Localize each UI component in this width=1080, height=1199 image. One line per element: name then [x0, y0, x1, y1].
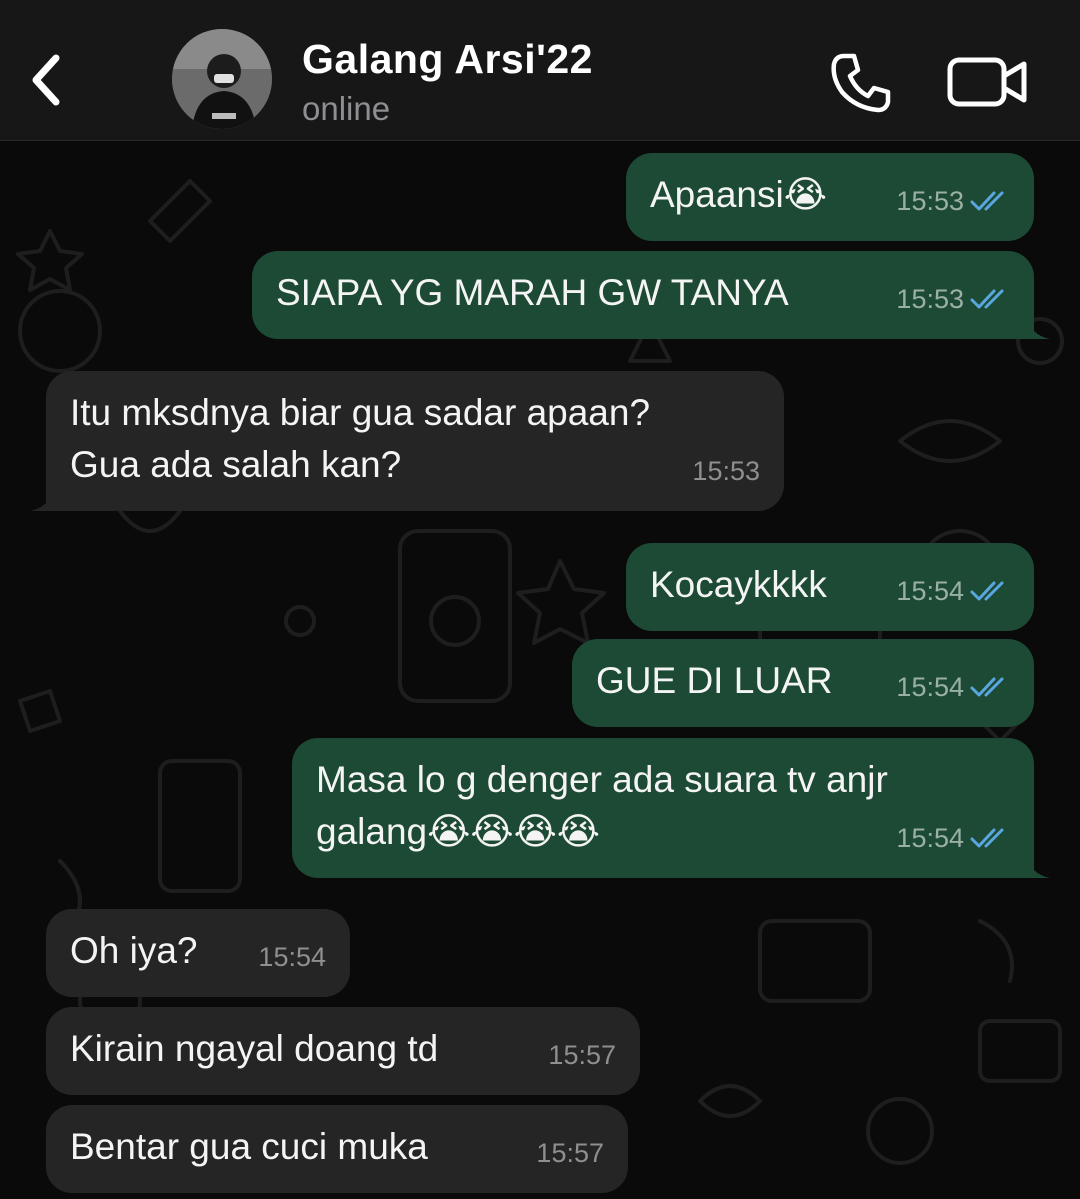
- contact-name[interactable]: Galang Arsi'22: [302, 36, 593, 83]
- message-time: 15:53: [692, 456, 760, 486]
- chat-header: Galang Arsi'22 online: [0, 0, 1080, 141]
- read-receipt-icon: [970, 191, 1004, 211]
- message-text: Itu mksdnya biar gua sadar apaan? Gua ad…: [70, 392, 651, 485]
- message-time: 15:54: [896, 576, 964, 606]
- back-button[interactable]: [18, 40, 74, 120]
- message-meta: 15:54: [896, 661, 1010, 713]
- message-time: 15:53: [896, 186, 964, 216]
- message-time: 15:57: [536, 1138, 604, 1168]
- video-camera-icon: [947, 57, 1027, 107]
- message-time: 15:54: [896, 672, 964, 702]
- contact-status: online: [302, 90, 391, 127]
- message-meta: 15:57: [536, 1127, 604, 1179]
- incoming-message[interactable]: Itu mksdnya biar gua sadar apaan? Gua ad…: [30, 371, 784, 511]
- message-meta: 15:54: [258, 931, 326, 983]
- message-meta: 15:53: [896, 175, 1010, 227]
- message-time: 15:57: [548, 1040, 616, 1070]
- outgoing-message[interactable]: SIAPA YG MARAH GW TANYA 15:53: [252, 251, 1050, 339]
- avatar[interactable]: [172, 29, 272, 129]
- bubble-tail: [1026, 854, 1050, 878]
- message-time: 15:54: [258, 942, 326, 972]
- outgoing-message[interactable]: Kocaykkkk 15:54: [626, 543, 1034, 631]
- message-meta: 15:54: [896, 565, 1010, 617]
- chevron-left-icon: [32, 54, 60, 106]
- message-time: 15:54: [896, 823, 964, 853]
- outgoing-message[interactable]: Apaansi😭 15:53: [626, 153, 1034, 241]
- read-receipt-icon: [970, 677, 1004, 697]
- chat-area[interactable]: Apaansi😭 15:53 SIAPA YG MARAH GW TANYA 15:5…: [0, 141, 1080, 1199]
- read-receipt-icon: [970, 581, 1004, 601]
- message-time: 15:53: [896, 284, 964, 314]
- message-text: Bentar gua cuci muka: [70, 1126, 428, 1167]
- message-meta: 15:53: [896, 273, 1010, 325]
- message-meta: 15:57: [548, 1029, 616, 1081]
- voice-call-button[interactable]: [826, 48, 896, 118]
- video-call-button[interactable]: [946, 52, 1030, 112]
- read-receipt-icon: [970, 289, 1004, 309]
- incoming-message[interactable]: Oh iya? 15:54: [46, 909, 350, 997]
- incoming-message[interactable]: Bentar gua cuci muka 15:57: [46, 1105, 628, 1193]
- phone-icon: [831, 53, 891, 113]
- incoming-message[interactable]: Kirain ngayal doang td 15:57: [46, 1007, 640, 1095]
- message-meta: 15:53: [692, 445, 760, 497]
- bubble-tail: [1026, 315, 1050, 339]
- message-meta: 15:54: [896, 812, 1010, 864]
- outgoing-message[interactable]: GUE DI LUAR 15:54: [572, 639, 1034, 727]
- message-text: Kirain ngayal doang td: [70, 1028, 439, 1069]
- bubble-tail: [30, 487, 54, 511]
- outgoing-message[interactable]: Masa lo g denger ada suara tv anjr galan…: [292, 738, 1050, 878]
- read-receipt-icon: [970, 828, 1004, 848]
